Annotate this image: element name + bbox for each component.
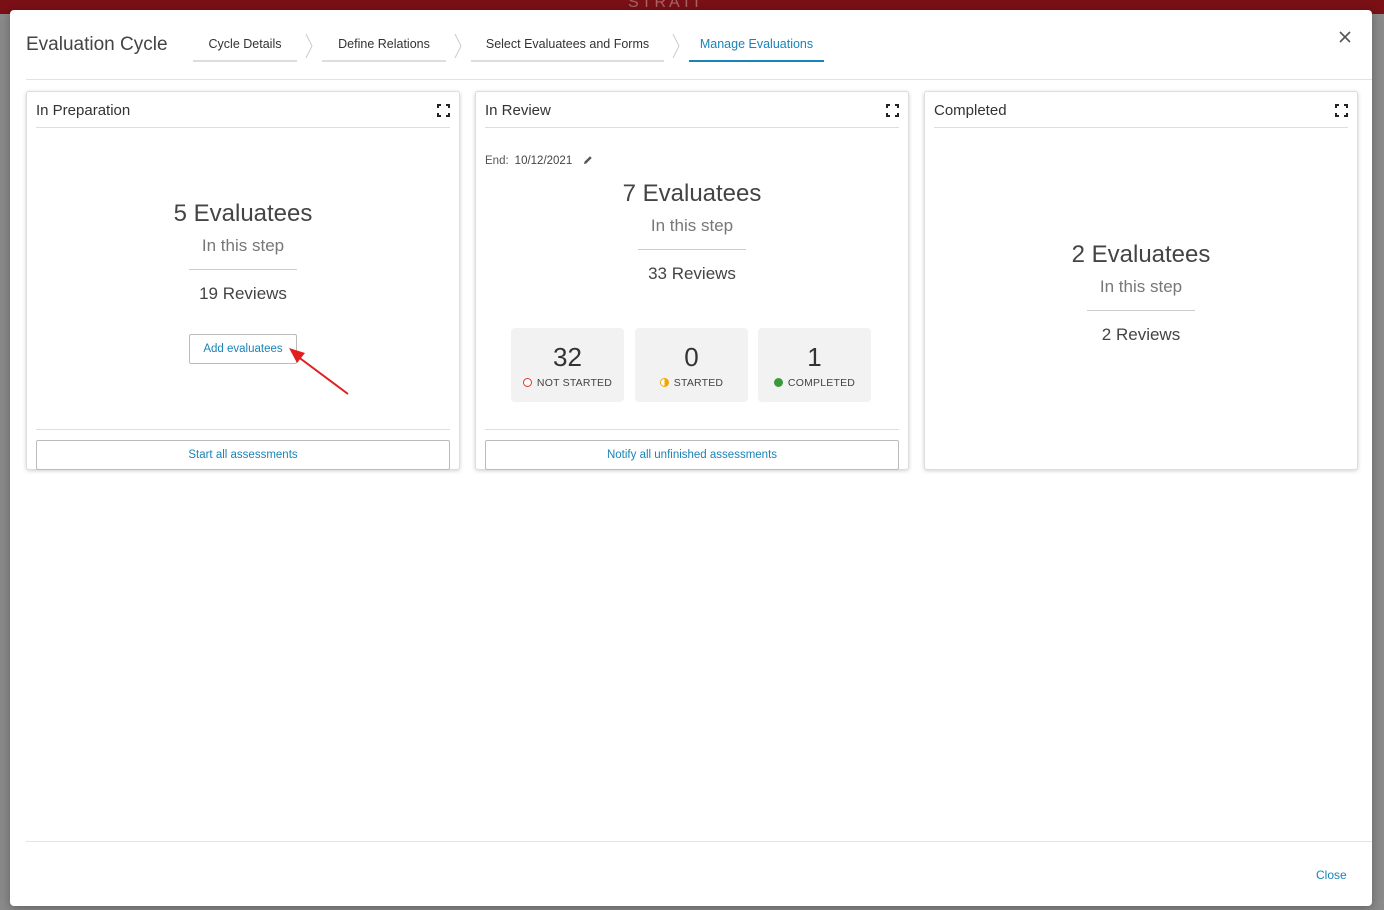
step-subtitle: In this step xyxy=(1099,277,1183,296)
close-button[interactable]: Close xyxy=(1316,868,1347,882)
not-started-status-icon xyxy=(522,378,532,387)
evaluatee-count: 2 Evaluatees xyxy=(1071,241,1211,268)
start-all-assessments-button[interactable]: Start all assessments xyxy=(36,440,450,470)
review-count: 19 Reviews xyxy=(199,284,287,303)
expand-icon[interactable] xyxy=(886,104,899,117)
footer-divider xyxy=(26,841,1372,842)
card-footer-divider xyxy=(36,429,450,430)
stat-count: 0 xyxy=(684,342,699,372)
summary-divider xyxy=(189,269,297,270)
expand-icon[interactable] xyxy=(1335,104,1348,117)
card-title: In Preparation xyxy=(36,102,131,119)
card-title: Completed xyxy=(934,102,1007,119)
stat-label: NOT STARTED xyxy=(536,377,613,389)
step-define-relations[interactable]: Define Relations xyxy=(322,32,446,62)
evaluation-cycle-dialog: Evaluation Cycle Cycle Details Define Re… xyxy=(10,10,1372,906)
chevron-right-icon xyxy=(305,33,313,59)
step-subtitle: In this step xyxy=(201,236,285,255)
pencil-icon[interactable] xyxy=(583,155,593,165)
header-divider xyxy=(26,79,1372,80)
step-manage-evaluations[interactable]: Manage Evaluations xyxy=(689,32,824,62)
in-preparation-card: In Preparation 5 Evaluatees In this step… xyxy=(26,91,460,470)
in-review-card: In Review End: 10/12/2021 7 Evaluatees In… xyxy=(475,91,909,470)
stat-count: 32 xyxy=(553,342,582,372)
dialog-title: Evaluation Cycle xyxy=(26,34,168,55)
notify-unfinished-assessments-button[interactable]: Notify all unfinished assessments xyxy=(485,440,899,470)
evaluatees-summary: 5 Evaluatees In this step 19 Reviews xyxy=(27,200,459,304)
stat-completed[interactable]: 1 COMPLETED xyxy=(758,328,871,402)
stat-label: COMPLETED xyxy=(787,377,856,389)
summary-divider xyxy=(638,249,746,250)
card-divider xyxy=(934,127,1348,128)
card-divider xyxy=(485,127,899,128)
stat-started[interactable]: 0 STARTED xyxy=(635,328,748,402)
expand-icon[interactable] xyxy=(437,104,450,117)
stat-not-started[interactable]: 32 NOT STARTED xyxy=(511,328,624,402)
stat-label: STARTED xyxy=(673,377,724,389)
chevron-right-icon xyxy=(454,33,462,59)
evaluatee-count: 5 Evaluatees xyxy=(173,200,313,227)
card-footer-divider xyxy=(485,429,899,430)
evaluatee-count: 7 Evaluatees xyxy=(622,180,762,207)
evaluatees-summary: 7 Evaluatees In this step 33 Reviews xyxy=(476,180,908,284)
chevron-right-icon xyxy=(672,33,680,59)
review-count: 2 Reviews xyxy=(1101,325,1181,344)
card-title: In Review xyxy=(485,102,551,119)
card-divider xyxy=(36,127,450,128)
summary-divider xyxy=(1087,310,1195,311)
step-select-evaluatees-and-forms[interactable]: Select Evaluatees and Forms xyxy=(471,32,664,62)
review-count: 33 Reviews xyxy=(648,264,736,283)
stat-count: 1 xyxy=(807,342,822,372)
step-cycle-details[interactable]: Cycle Details xyxy=(193,32,297,62)
close-icon[interactable] xyxy=(1338,30,1352,44)
step-subtitle: In this step xyxy=(650,216,734,235)
completed-status-icon xyxy=(773,378,783,387)
evaluatees-summary: 2 Evaluatees In this step 2 Reviews xyxy=(925,241,1357,345)
completed-card: Completed 2 Evaluatees In this step 2 Re… xyxy=(924,91,1358,470)
started-status-icon xyxy=(659,378,669,387)
end-date-row: End: 10/12/2021 xyxy=(485,155,593,167)
end-date-value: 10/12/2021 xyxy=(514,155,573,167)
end-date-label: End: xyxy=(485,155,509,167)
annotation-arrow-icon xyxy=(289,348,349,395)
